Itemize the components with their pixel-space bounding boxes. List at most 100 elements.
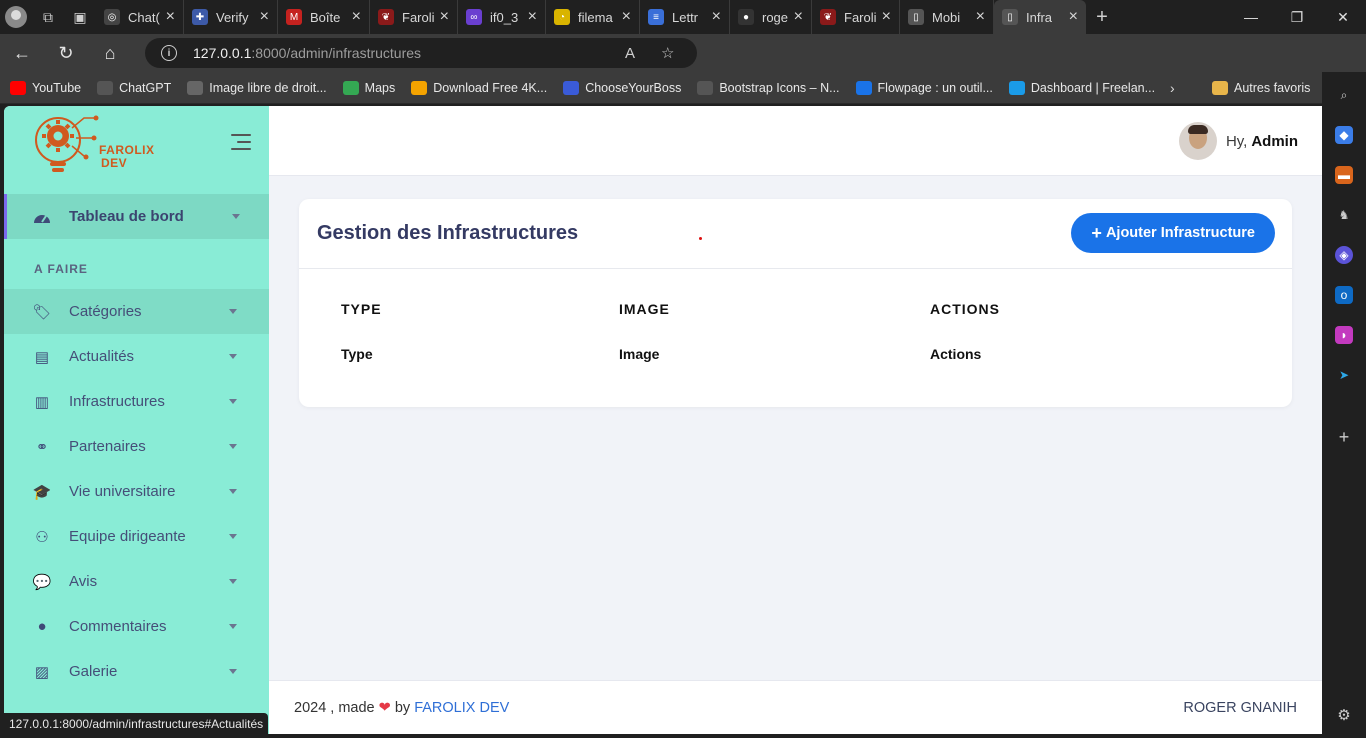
workspaces-icon[interactable]: ⧉ — [32, 0, 64, 34]
settings-gear-icon[interactable]: ⚙ — [1335, 706, 1353, 724]
games-icon[interactable]: ♞ — [1335, 206, 1353, 224]
bookmark-item[interactable]: Bootstrap Icons – N... — [697, 80, 840, 95]
browser-tab[interactable]: ◔ filema × — [546, 0, 640, 34]
restore-icon[interactable]: ❐ — [1274, 0, 1320, 34]
bookmark-favicon-icon — [342, 80, 359, 95]
sidebar-item-galerie[interactable]: ▨ Galerie — [4, 649, 269, 694]
bookmark-item[interactable]: YouTube — [10, 80, 81, 95]
chevron-down-icon — [229, 309, 237, 314]
url-path: :8000/admin/infrastructures — [251, 45, 422, 61]
sidebar-item-label: Infrastructures — [69, 393, 165, 410]
admin-sidebar: FAROLIX DEV Tableau de bord A FAIRE 🏷 Cat… — [4, 106, 269, 734]
tab-title: Faroli — [402, 9, 434, 25]
home-icon[interactable]: ⌂ — [88, 34, 132, 72]
sidebar-item-avis[interactable]: 💬 Avis — [4, 559, 269, 604]
heart-icon: ❤ — [378, 700, 391, 716]
tab-close-icon[interactable]: × — [440, 8, 449, 26]
sidebar-item-actualites[interactable]: ▤ Actualités — [4, 334, 269, 379]
tab-close-icon[interactable]: × — [528, 8, 537, 26]
copilot-side-icon[interactable]: ◈ — [1335, 246, 1353, 264]
browser-tab[interactable]: ❦ Faroli × — [370, 0, 458, 34]
sidebar-item-infrastructures[interactable]: ▥ Infrastructures — [4, 379, 269, 424]
tab-close-icon[interactable]: × — [352, 8, 361, 26]
tab-favicon-icon: ▯ — [1002, 9, 1018, 25]
new-tab-button[interactable]: + — [1086, 6, 1118, 29]
bookmarks-overflow-icon[interactable]: › — [1170, 80, 1175, 96]
browser-tab[interactable]: M Boîte × — [278, 0, 370, 34]
footer-brand-link[interactable]: FAROLIX DEV — [414, 700, 509, 716]
bookmark-item[interactable]: Maps — [342, 80, 395, 95]
sidebar-item-label: Equipe dirigeante — [69, 528, 186, 545]
tab-title: Mobi — [932, 9, 961, 25]
back-icon[interactable]: ← — [0, 34, 44, 72]
tab-close-icon[interactable]: × — [976, 8, 985, 26]
tab-close-icon[interactable]: × — [260, 8, 269, 26]
other-bookmarks[interactable]: Autres favoris — [1212, 80, 1310, 95]
reload-icon[interactable]: ↻ — [44, 34, 88, 72]
add-infrastructure-button[interactable]: + Ajouter Infrastructure — [1071, 213, 1275, 253]
shopping-tag-icon[interactable]: ◆ — [1335, 126, 1353, 144]
browser-tab[interactable]: ● roger × — [730, 0, 812, 34]
comment-icon: ● — [37, 618, 47, 635]
browser-tab[interactable]: ✚ Verify × — [184, 0, 278, 34]
browser-tab[interactable]: ≡ Lettr × — [640, 0, 730, 34]
browser-tab[interactable]: ▯ Infra × — [994, 0, 1086, 34]
tab-favicon-icon: ▯ — [908, 9, 924, 25]
profile-icon[interactable] — [0, 0, 32, 34]
browser-tab[interactable]: ❦ Faroli × — [812, 0, 900, 34]
telegram-icon[interactable]: ➤ — [1335, 366, 1353, 384]
sidebar-item-equipe-dirigeante[interactable]: ⚇ Equipe dirigeante — [4, 514, 269, 559]
tab-close-icon[interactable]: × — [712, 8, 721, 26]
browser-tab[interactable]: ◎ Chat(× — [96, 0, 184, 34]
tab-strip: ◎ Chat(× ✚ Verify × M Boîte × ❦ Faroli × ∞ if0_3 × ◔ fi… — [96, 0, 1086, 34]
bookmark-item[interactable]: Image libre de droit... — [187, 80, 327, 95]
browser-tab[interactable]: ▯ Mobi × — [900, 0, 994, 34]
chevron-down-icon — [229, 354, 237, 359]
chevron-down-icon — [229, 669, 237, 674]
site-info-icon[interactable]: i — [161, 45, 177, 61]
browser-tab[interactable]: ∞ if0_3 × — [458, 0, 546, 34]
edge-sidebar: ⌕ ◆ ▬ ♞ ◈ o ◗ ➤ + ⚙ — [1322, 72, 1366, 738]
bookmark-item[interactable]: ChooseYourBoss — [563, 80, 681, 95]
bookmark-item[interactable]: Download Free 4K... — [411, 80, 547, 95]
sidebar-item-vie-universitaire[interactable]: 🎓 Vie universitaire — [4, 469, 269, 514]
bookmark-label: Image libre de droit... — [209, 80, 327, 95]
sidebar-item-label: Tableau de bord — [69, 208, 184, 225]
greeting-text: Hy, — [1225, 132, 1248, 150]
sidebar-item-dashboard[interactable]: Tableau de bord — [4, 194, 269, 239]
sidebar-item-label: Avis — [69, 573, 98, 590]
read-aloud-icon[interactable]: A — [625, 45, 635, 62]
designer-icon[interactable]: ◗ — [1335, 326, 1353, 344]
bookmark-item[interactable]: Dashboard | Freelan... — [1008, 80, 1155, 95]
bookmark-label: Flowpage : un outil... — [877, 80, 993, 95]
search-icon[interactable]: ⌕ — [1335, 86, 1353, 104]
toolbox-icon[interactable]: ▬ — [1335, 166, 1353, 184]
minimize-icon[interactable]: — — [1228, 0, 1274, 34]
tab-close-icon[interactable]: × — [794, 8, 803, 26]
bookmark-item[interactable]: ChatGPT — [97, 80, 171, 95]
bookmark-item[interactable]: Flowpage : un outil... — [855, 80, 993, 95]
add-sidebar-app-icon[interactable]: + — [1335, 427, 1353, 447]
footer-by: by — [394, 700, 411, 716]
users-icon: ⚇ — [35, 528, 49, 546]
user-menu[interactable]: Hy, Admin — [1178, 122, 1298, 160]
brand-line2: DEV — [101, 156, 128, 170]
sidebar-item-commentaires[interactable]: ● Commentaires — [4, 604, 269, 649]
window-controls: — ❐ ✕ — [1228, 0, 1366, 34]
column-header-actions: ACTIONS — [930, 301, 1000, 317]
top-navbar: Hy, Admin — [269, 106, 1322, 176]
outlook-icon[interactable]: o — [1335, 286, 1353, 304]
tab-close-icon[interactable]: × — [622, 8, 631, 26]
tab-close-icon[interactable]: × — [166, 8, 175, 26]
favorite-star-icon[interactable]: ☆ — [661, 44, 674, 62]
tab-close-icon[interactable]: × — [1069, 8, 1078, 26]
tab-close-icon[interactable]: × — [882, 8, 891, 26]
url-field[interactable]: i 127.0.0.1:8000/admin/infrastructures A… — [145, 38, 697, 68]
close-window-icon[interactable]: ✕ — [1320, 0, 1366, 34]
tab-actions-icon[interactable]: ▣ — [64, 0, 96, 34]
sidebar-item-partenaires[interactable]: ⚭ Partenaires — [4, 424, 269, 469]
graduation-cap-icon: 🎓 — [32, 483, 52, 501]
menu-toggle-icon[interactable] — [229, 134, 251, 150]
tab-title: Verify — [216, 9, 249, 25]
sidebar-item-categories[interactable]: 🏷 Catégories — [4, 289, 269, 334]
